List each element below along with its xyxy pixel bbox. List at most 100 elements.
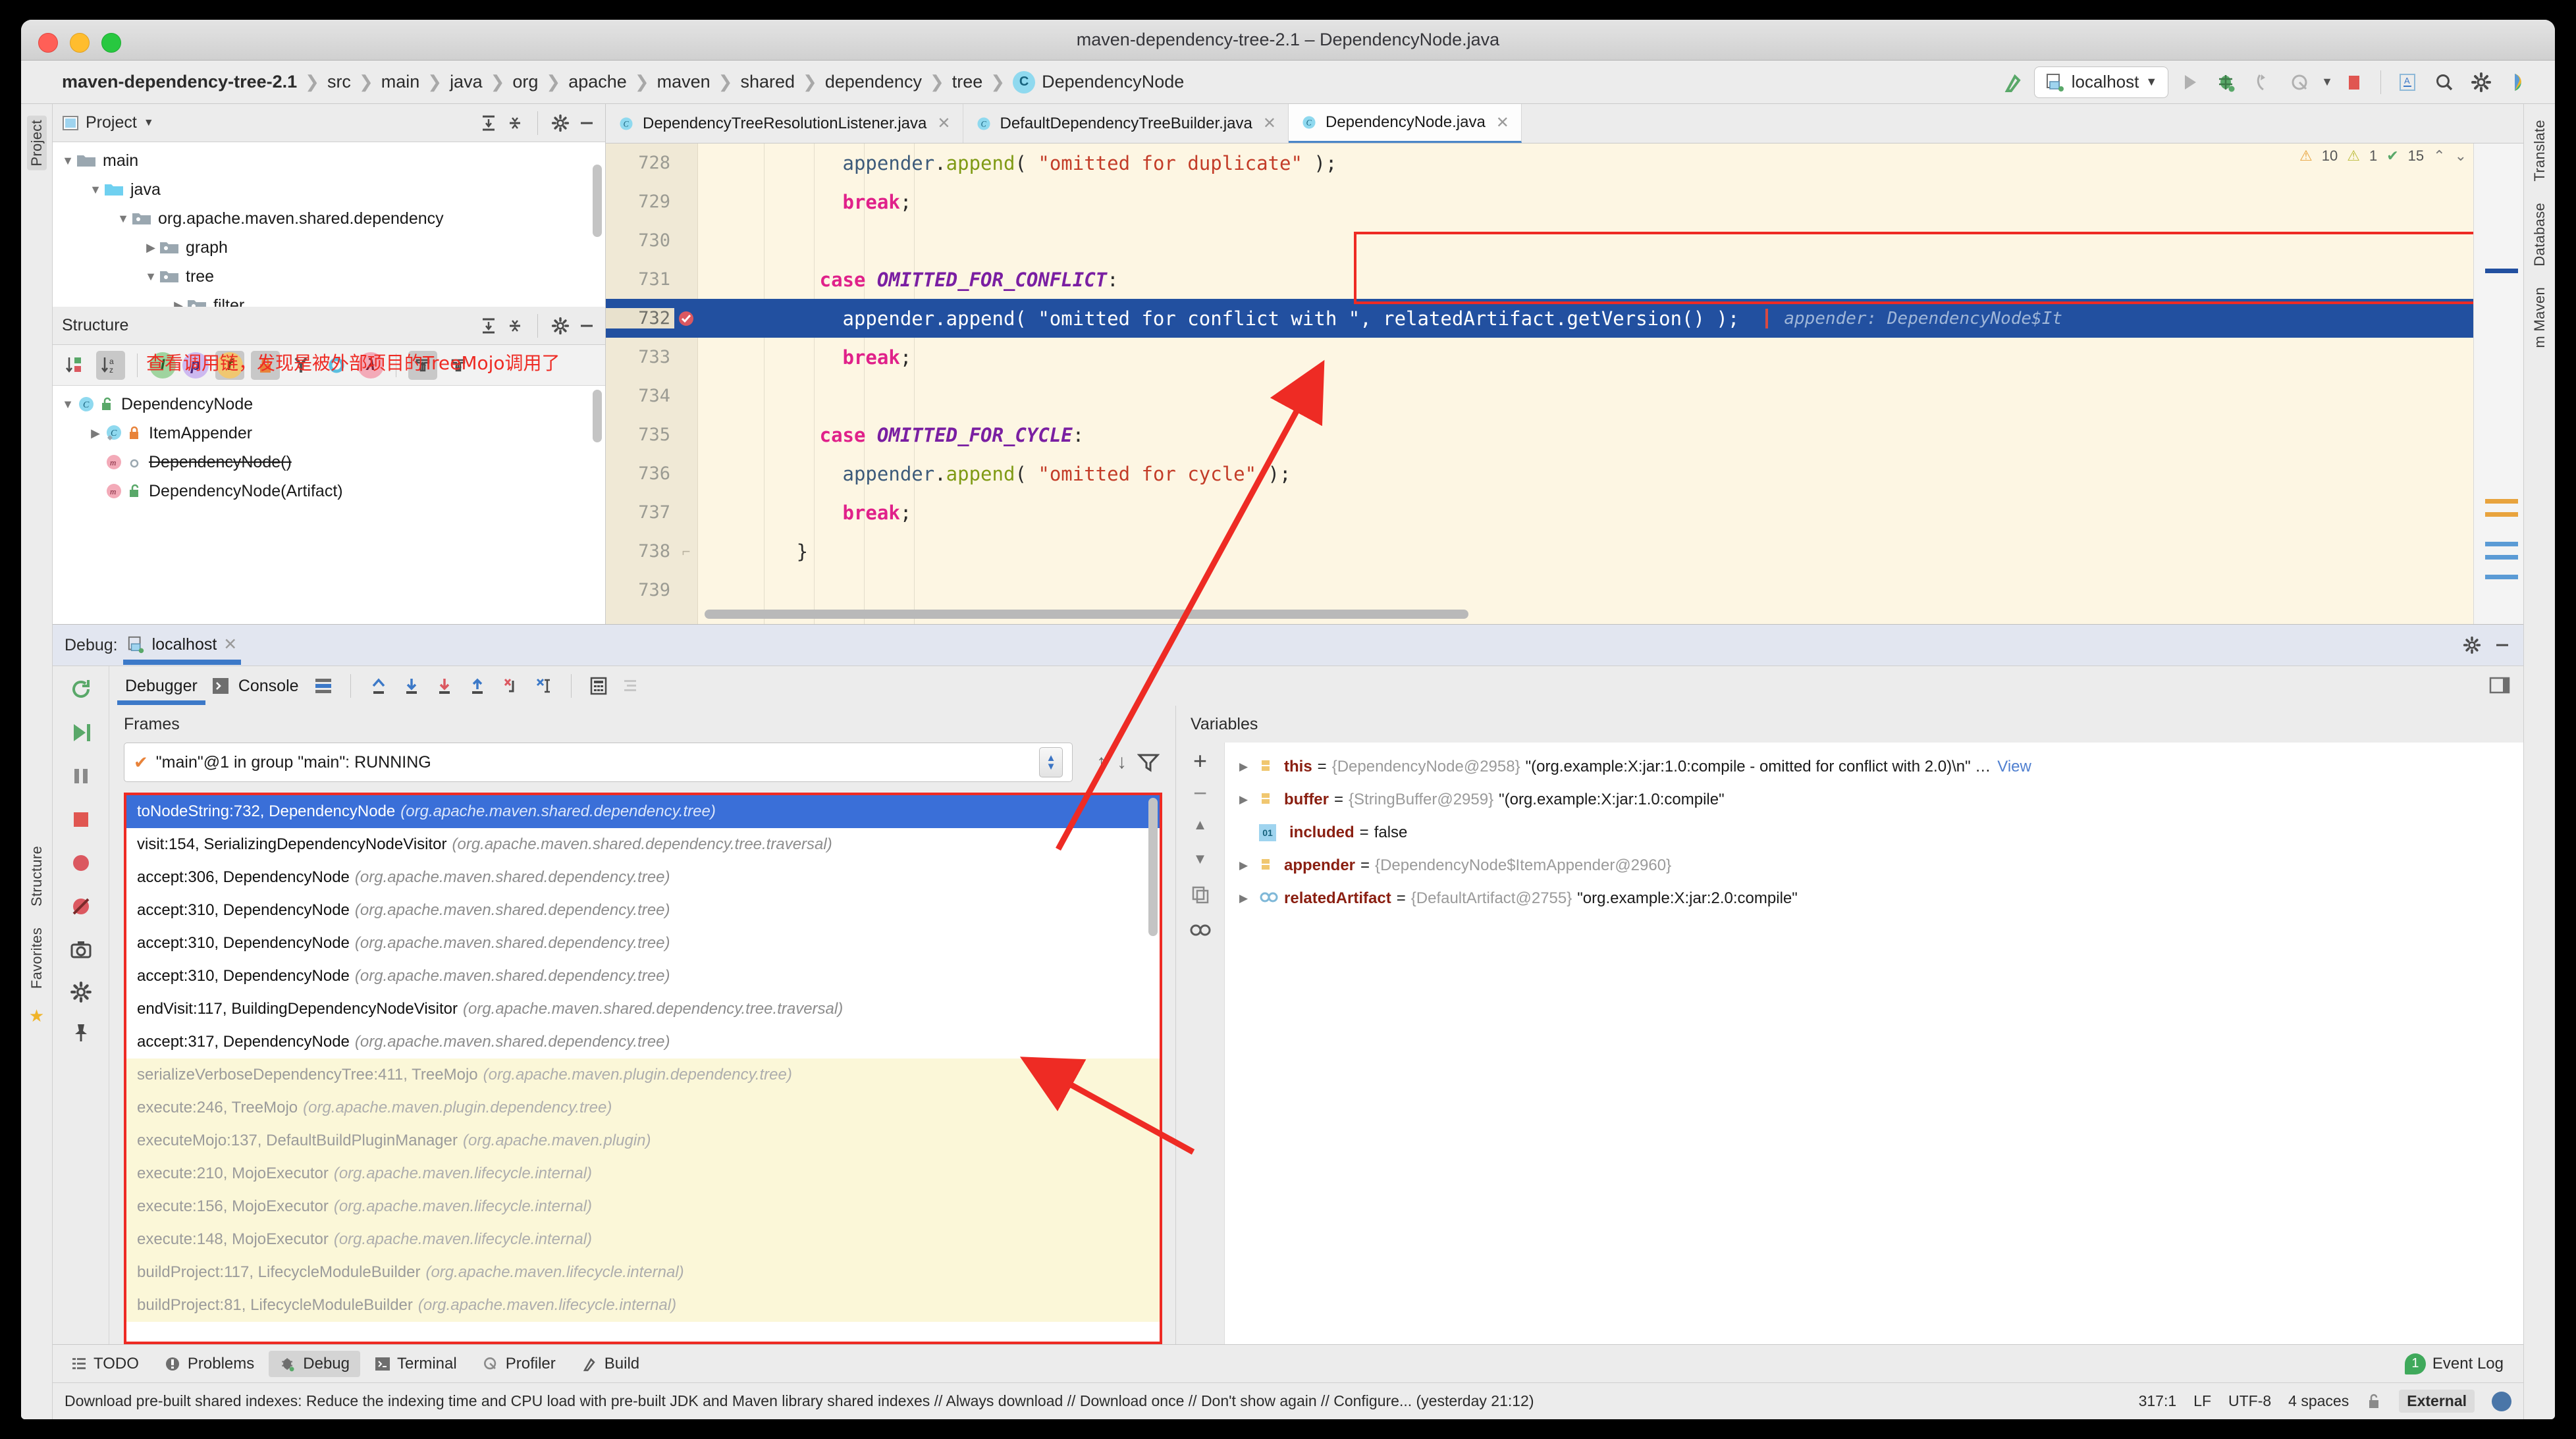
frame-row[interactable]: accept:310, DependencyNode (org.apache.m… bbox=[126, 927, 1160, 960]
hide-panel-icon[interactable] bbox=[577, 317, 596, 335]
attach-process-icon[interactable] bbox=[2247, 66, 2279, 98]
close-window-button[interactable] bbox=[38, 33, 58, 53]
structure-item[interactable]: ▼ C DependencyNode bbox=[53, 390, 605, 419]
code-line[interactable]: 738 ⌐ } bbox=[606, 532, 2473, 571]
vcs-branch[interactable]: External bbox=[2399, 1390, 2475, 1413]
gear-icon[interactable] bbox=[551, 317, 570, 335]
variable-row[interactable]: ▶ appender = {DependencyNode$ItemAppende… bbox=[1225, 849, 2523, 882]
tree-item[interactable]: ▼ tree bbox=[53, 262, 605, 291]
breadcrumb-item-shared[interactable]: shared bbox=[734, 72, 801, 92]
minimize-window-button[interactable] bbox=[70, 33, 90, 53]
search-everywhere-icon[interactable] bbox=[2428, 66, 2460, 98]
frames-down-icon[interactable]: ↓ bbox=[1117, 751, 1127, 773]
indent-setting[interactable]: 4 spaces bbox=[2288, 1392, 2349, 1410]
chevron-up-icon[interactable]: ⌃ bbox=[2433, 147, 2445, 165]
chevron-right-icon[interactable]: ▶ bbox=[1239, 859, 1259, 872]
gear-icon[interactable] bbox=[2465, 66, 2497, 98]
frames-scrollbar[interactable] bbox=[1148, 798, 1158, 936]
tree-item[interactable]: ▶ graph bbox=[53, 233, 605, 262]
pin-icon[interactable] bbox=[70, 1022, 92, 1044]
variables-list[interactable]: ▶ this = {DependencyNode@2958} "(org.exa… bbox=[146, 352, 2523, 1344]
step-over-icon[interactable] bbox=[401, 675, 422, 696]
gear-icon[interactable] bbox=[2463, 636, 2481, 654]
sidebar-item-structure[interactable]: Structure bbox=[27, 842, 47, 910]
inspection-summary[interactable]: ⚠ 10 ⚠ 1 ✔ 15 ⌃ ⌄ bbox=[2299, 147, 2467, 165]
sidebar-item-favorites[interactable]: Favorites bbox=[27, 924, 47, 993]
chevron-right-icon[interactable]: ▶ bbox=[170, 299, 187, 307]
screenshot-icon[interactable] bbox=[68, 937, 94, 962]
structure-item[interactable]: ▶ C ItemAppender bbox=[53, 419, 605, 448]
chevron-down-icon[interactable]: ▼ bbox=[59, 398, 76, 411]
frame-row[interactable]: executeMojo:137, DefaultBuildPluginManag… bbox=[126, 1124, 1160, 1157]
breadcrumb-item-project[interactable]: maven-dependency-tree-2.1 bbox=[55, 72, 304, 92]
code-line[interactable]: 737 break; bbox=[606, 493, 2473, 532]
tool-window-profiler[interactable]: Profiler bbox=[471, 1351, 566, 1377]
structure-tree[interactable]: ▼ C DependencyNode ▶ C ItemAppender m De… bbox=[53, 386, 605, 624]
show-execution-point-icon[interactable] bbox=[368, 675, 389, 696]
code-line[interactable]: 733 break; bbox=[606, 338, 2473, 377]
code-line[interactable]: 736 appender.append( "omitted for cycle"… bbox=[606, 454, 2473, 493]
structure-item[interactable]: m DependencyNode(Artifact) bbox=[53, 477, 605, 506]
run-configuration-selector[interactable]: localhost ▼ bbox=[2033, 66, 2169, 98]
frame-row[interactable]: execute:210, MojoExecutor (org.apache.ma… bbox=[126, 1157, 1160, 1190]
inspect-icon[interactable] bbox=[1189, 922, 1212, 939]
frame-row[interactable]: execute:148, MojoExecutor (org.apache.ma… bbox=[126, 1223, 1160, 1256]
debug-session-tab[interactable]: localhost ✕ bbox=[122, 635, 241, 665]
avatar[interactable] bbox=[2492, 1391, 2511, 1411]
frame-row[interactable]: buildProject:117, LifecycleModuleBuilder… bbox=[126, 1256, 1160, 1289]
breakpoint-icon[interactable] bbox=[674, 309, 698, 328]
event-log-button[interactable]: 1 Event Log bbox=[2404, 1353, 2515, 1374]
code-line[interactable]: 739 bbox=[606, 571, 2473, 610]
expand-all-icon[interactable] bbox=[479, 114, 498, 132]
chevron-down-icon[interactable]: ▼ bbox=[87, 183, 104, 197]
breadcrumb-item-maven[interactable]: maven bbox=[651, 72, 717, 92]
close-icon[interactable]: ✕ bbox=[1263, 114, 1276, 133]
editor-tab-dependency-tree-resolution-listener[interactable]: C DependencyTreeResolutionListener.java … bbox=[606, 104, 963, 143]
code-line[interactable]: 729 break; bbox=[606, 182, 2473, 221]
view-value-link[interactable]: View bbox=[1997, 758, 2031, 776]
move-up-icon[interactable]: ▲ bbox=[1193, 816, 1208, 833]
maximize-window-button[interactable] bbox=[101, 33, 121, 53]
settings-list-icon[interactable] bbox=[620, 676, 640, 696]
structure-item[interactable]: m DependencyNode() bbox=[53, 448, 605, 477]
run-icon[interactable] bbox=[2174, 66, 2205, 98]
code-line[interactable]: 735 case OMITTED_FOR_CYCLE: bbox=[606, 415, 2473, 454]
code-line[interactable]: 731 case OMITTED_FOR_CONFLICT: bbox=[606, 260, 2473, 299]
tool-window-problems[interactable]: Problems bbox=[153, 1351, 265, 1377]
editor-horizontal-scrollbar[interactable] bbox=[705, 610, 1468, 619]
code-line[interactable]: 730 bbox=[606, 221, 2473, 260]
variable-row[interactable]: ▶ this = {DependencyNode@2958} "(org.exa… bbox=[1225, 750, 2523, 783]
mute-breakpoints-icon[interactable] bbox=[68, 894, 94, 919]
stop-icon[interactable] bbox=[68, 807, 94, 832]
close-icon[interactable]: ✕ bbox=[937, 114, 950, 133]
line-separator[interactable]: LF bbox=[2193, 1392, 2211, 1410]
frame-row[interactable]: accept:310, DependencyNode (org.apache.m… bbox=[126, 960, 1160, 993]
frame-row[interactable]: accept:317, DependencyNode (org.apache.m… bbox=[126, 1026, 1160, 1059]
variable-row[interactable]: ▶ relatedArtifact = {DefaultArtifact@275… bbox=[1225, 882, 2523, 915]
step-out-icon[interactable] bbox=[467, 675, 488, 696]
breadcrumb-item-java[interactable]: java bbox=[443, 72, 489, 92]
translate-icon[interactable]: A bbox=[2392, 66, 2423, 98]
frames-up-icon[interactable]: ↑ bbox=[1096, 751, 1106, 773]
frame-row[interactable]: serializeVerboseDependencyTree:411, Tree… bbox=[126, 1059, 1160, 1091]
tool-window-terminal[interactable]: Terminal bbox=[364, 1351, 468, 1377]
ai-assistant-icon[interactable] bbox=[2502, 66, 2534, 98]
breadcrumb-item-dependency[interactable]: dependency bbox=[818, 72, 928, 92]
structure-tree-scrollbar[interactable] bbox=[593, 390, 602, 442]
tree-item[interactable]: ▼ org.apache.maven.shared.dependency bbox=[53, 204, 605, 233]
breadcrumb-item-apache[interactable]: apache bbox=[562, 72, 633, 92]
thread-selector[interactable]: ✔ "main"@1 in group "main": RUNNING ▲ ▼ bbox=[124, 743, 1073, 782]
tree-item[interactable]: ▶ filter bbox=[53, 291, 605, 307]
console-tab[interactable]: Console bbox=[212, 677, 302, 696]
frame-row[interactable]: visit:154, SerializingDependencyNodeVisi… bbox=[126, 828, 1160, 861]
breadcrumb-item-main[interactable]: main bbox=[375, 72, 427, 92]
chevron-right-icon[interactable]: ▶ bbox=[1239, 892, 1259, 905]
collapse-all-icon[interactable] bbox=[506, 114, 524, 132]
sidebar-item-database[interactable]: Database bbox=[2530, 199, 2550, 271]
code-lines[interactable]: 728 appender.append( "omitted for duplic… bbox=[606, 144, 2473, 624]
remove-watch-icon[interactable]: − bbox=[1193, 781, 1207, 805]
editor-tab-default-dependency-tree-builder[interactable]: C DefaultDependencyTreeBuilder.java ✕ bbox=[963, 104, 1289, 143]
variable-row[interactable]: 01 included = false bbox=[1225, 816, 2523, 849]
frame-row[interactable]: buildProject:81, LifecycleModuleBuilder … bbox=[126, 1289, 1160, 1322]
hide-panel-icon[interactable] bbox=[577, 114, 596, 132]
